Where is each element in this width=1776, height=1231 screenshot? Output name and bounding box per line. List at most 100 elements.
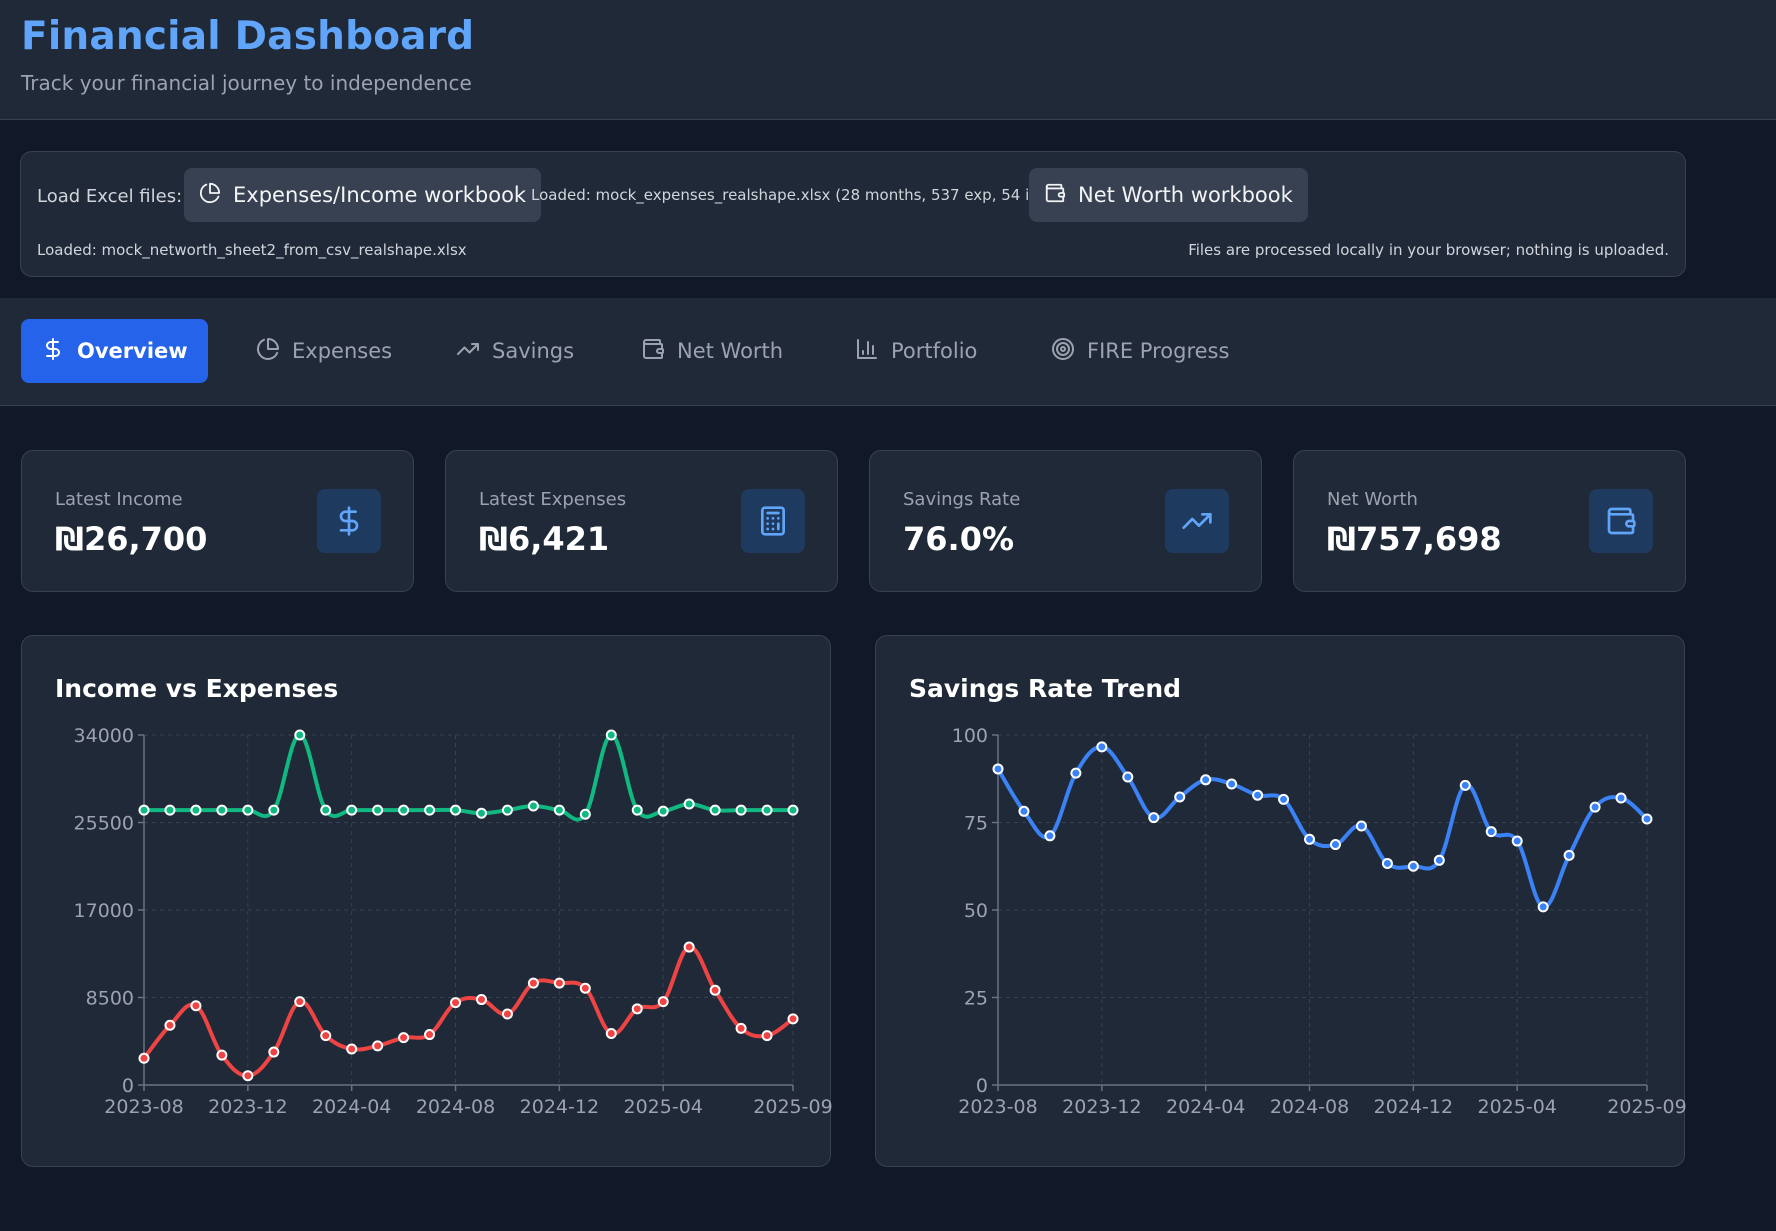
tab-bar: Overview Expenses Savings Net Worth Port… [0, 298, 1776, 406]
data-point [605, 1028, 617, 1040]
trending-up-icon [1165, 489, 1229, 553]
page-title: Financial Dashboard [21, 14, 475, 59]
bar-chart-icon [855, 337, 879, 366]
data-point [138, 1052, 150, 1064]
data-point [1485, 826, 1497, 838]
data-point [216, 1049, 228, 1061]
y-tick-label: 0 [976, 1075, 988, 1097]
data-point [372, 804, 384, 816]
income-vs-expenses-panel: Income vs Expenses 0 8500 17000 25500 34000 2… [21, 635, 832, 1167]
expenses-load-status: Loaded: mock_expenses_realshape.xlsx (28… [531, 186, 1053, 204]
data-point [1641, 813, 1653, 825]
data-point [501, 804, 513, 816]
x-tick-label: 2024-12 [1374, 1096, 1453, 1118]
dollar-icon [41, 337, 65, 366]
data-point [1252, 789, 1264, 801]
tab-net-worth[interactable]: Net Worth [621, 319, 803, 383]
data-point [1122, 771, 1134, 783]
y-tick-label: 100 [952, 725, 988, 747]
card-value: ₪757,698 [1327, 520, 1502, 558]
latest-income-card: Latest Income ₪26,700 [21, 450, 414, 592]
series-line [996, 744, 1649, 909]
data-point [631, 804, 643, 816]
data-point [398, 1032, 410, 1044]
data-point [1433, 854, 1445, 866]
data-point [450, 804, 462, 816]
y-tick-label: 8500 [86, 988, 134, 1010]
data-point [242, 804, 254, 816]
data-point [631, 1003, 643, 1015]
app-header: Financial Dashboard Track your financial… [0, 0, 1776, 120]
data-point [1407, 860, 1419, 872]
y-tick-label: 50 [964, 900, 988, 922]
file-loader-panel: Load Excel files: Expenses/Income workbo… [20, 151, 1686, 277]
data-point [1511, 835, 1523, 847]
card-value: ₪26,700 [55, 520, 208, 558]
data-point [216, 804, 228, 816]
data-point [1018, 805, 1030, 817]
x-tick-label: 2023-12 [208, 1096, 287, 1118]
data-point [709, 984, 721, 996]
data-point [787, 1013, 799, 1025]
dollar-icon [317, 489, 381, 553]
data-point [1355, 820, 1367, 832]
calculator-icon [741, 489, 805, 553]
pie-chart-icon [256, 337, 280, 366]
data-point [605, 729, 617, 741]
tab-portfolio[interactable]: Portfolio [835, 319, 997, 383]
tab-savings[interactable]: Savings [436, 319, 594, 383]
data-point [1278, 793, 1290, 805]
data-point [735, 804, 747, 816]
networth-workbook-label: Net Worth workbook [1078, 183, 1293, 207]
data-point [1148, 812, 1160, 824]
tab-expenses[interactable]: Expenses [236, 319, 412, 383]
loader-label: Load Excel files: [37, 186, 183, 207]
data-point [475, 807, 487, 819]
data-point [424, 1029, 436, 1041]
data-point [1589, 801, 1601, 813]
card-value: ₪6,421 [479, 520, 610, 558]
networth-load-status: Loaded: mock_networth_sheet2_from_csv_re… [37, 241, 467, 259]
y-tick-label: 75 [964, 813, 988, 835]
series-line [144, 733, 793, 822]
x-tick-label: 2025-04 [1478, 1096, 1557, 1118]
data-point [138, 804, 150, 816]
tab-overview[interactable]: Overview [21, 319, 208, 383]
data-point [1615, 792, 1627, 804]
x-tick-label: 2024-04 [312, 1096, 391, 1118]
data-point [1537, 901, 1549, 913]
x-tick-label: 2024-12 [520, 1096, 599, 1118]
data-point [372, 1040, 384, 1052]
data-point [475, 994, 487, 1006]
savings-rate-trend-panel: Savings Rate Trend 0 25 50 75 100 2023-08 2023… [875, 635, 1686, 1167]
x-tick-label: 2025-04 [624, 1096, 703, 1118]
x-tick-label: 2024-04 [1166, 1096, 1245, 1118]
data-point [657, 996, 669, 1008]
data-point [294, 996, 306, 1008]
data-point [579, 808, 591, 820]
tab-label: Expenses [292, 339, 393, 363]
data-point [1096, 741, 1108, 753]
card-label: Savings Rate [903, 489, 1021, 510]
expenses-workbook-button[interactable]: Expenses/Income workbook [184, 168, 542, 222]
data-point [190, 804, 202, 816]
series-line [142, 945, 795, 1078]
data-point [553, 804, 565, 816]
privacy-note: Files are processed locally in your brow… [1188, 241, 1669, 259]
networth-workbook-button[interactable]: Net Worth workbook [1029, 168, 1308, 222]
data-point [242, 1070, 254, 1082]
x-tick-label: 2023-08 [104, 1096, 183, 1118]
latest-expenses-card: Latest Expenses ₪6,421 [445, 450, 838, 592]
tab-fire-progress[interactable]: FIRE Progress [1031, 319, 1249, 383]
data-point [346, 804, 358, 816]
data-point [1200, 774, 1212, 786]
data-point [683, 941, 695, 953]
savings-rate-card: Savings Rate 76.0% [869, 450, 1262, 592]
data-point [579, 982, 591, 994]
data-point [1381, 857, 1393, 869]
data-point [657, 805, 669, 817]
tab-label: Net Worth [677, 339, 784, 363]
data-point [1044, 830, 1056, 842]
income-vs-expenses-chart: 0 8500 17000 25500 34000 2023-08 2023-12 2024-0… [74, 725, 832, 1118]
y-tick-label: 25500 [74, 813, 134, 835]
